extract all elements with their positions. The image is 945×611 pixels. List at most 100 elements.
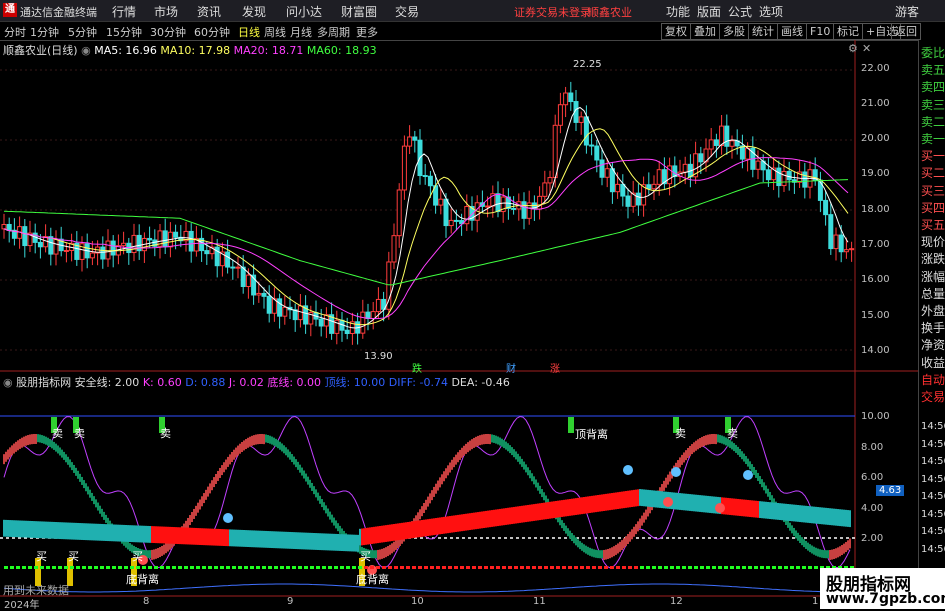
back-button[interactable]: 返回 <box>891 23 921 40</box>
menu-wealth[interactable]: 财富圈 <box>341 3 377 20</box>
strip-dot <box>496 566 500 569</box>
price-tick: 14.00 <box>861 345 890 356</box>
price-tick: 20.00 <box>861 133 890 144</box>
candle-body <box>620 183 626 197</box>
candle-body <box>656 169 662 185</box>
candle-body <box>542 182 548 197</box>
strip-dot <box>580 566 584 569</box>
trade-time: 14:56 <box>921 543 945 555</box>
overlay-button[interactable]: 叠加 <box>690 23 720 40</box>
top-line-label: 顶线: 10.00 <box>324 376 386 389</box>
event-marker[interactable]: 涨 <box>550 360 560 375</box>
strip-dot <box>184 566 188 569</box>
strip-dot <box>382 566 386 569</box>
x-tick: 9 <box>287 596 294 607</box>
candle-body <box>651 183 657 190</box>
trade-time: 14:56 <box>921 456 945 467</box>
draw-button[interactable]: 画线 <box>777 23 807 40</box>
price-tick: 17.00 <box>861 239 890 250</box>
strip-dot <box>124 566 128 569</box>
strip-dot <box>664 566 668 569</box>
watermark-url: www.7gpzb.com <box>826 591 945 607</box>
menu-options[interactable]: 选项 <box>759 3 783 20</box>
strip-dot <box>46 566 50 569</box>
candle-body <box>261 292 267 297</box>
side-panel-item: 收益 <box>921 355 945 370</box>
strip-dot <box>586 566 590 569</box>
period-multi[interactable]: 多周期 <box>317 24 350 40</box>
x-tick: 1 <box>812 596 819 607</box>
period-more[interactable]: 更多 <box>356 24 378 40</box>
menu-formula[interactable]: 公式 <box>728 3 752 20</box>
strip-dot <box>340 566 344 569</box>
menu-news[interactable]: 资讯 <box>197 3 221 20</box>
mark-button[interactable]: 标记 <box>833 23 863 40</box>
signal-strip <box>4 566 854 569</box>
side-panel-item[interactable]: 自动 <box>921 371 945 388</box>
event-marker[interactable]: 财 <box>506 360 516 375</box>
side-panel-item: 涨幅 <box>921 269 945 284</box>
stock-name-notice: 顺鑫农业 <box>588 6 632 19</box>
candle-body <box>173 231 179 238</box>
x-tick: 11 <box>533 596 546 607</box>
period-month[interactable]: 月线 <box>290 24 312 40</box>
period-60m[interactable]: 60分钟 <box>194 24 230 40</box>
strip-dot <box>376 566 380 569</box>
menu-guest[interactable]: 游客 <box>895 3 919 20</box>
period-30m[interactable]: 30分钟 <box>150 24 186 40</box>
strip-dot <box>16 566 20 569</box>
period-5m[interactable]: 5分钟 <box>68 24 97 40</box>
strip-dot <box>448 566 452 569</box>
period-15m[interactable]: 15分钟 <box>106 24 142 40</box>
strip-dot <box>76 566 80 569</box>
stats-button[interactable]: 统计 <box>748 23 778 40</box>
f10-button[interactable]: F10 <box>806 23 835 40</box>
chart-canvas[interactable] <box>0 40 918 609</box>
candle-body <box>625 195 631 207</box>
login-notice[interactable]: 证券交易未登录 <box>514 4 591 20</box>
menu-ask[interactable]: 问小达 <box>286 3 322 20</box>
menu-trade[interactable]: 交易 <box>395 3 419 20</box>
app-title: 通达信金融终端 <box>20 6 97 19</box>
menu-market[interactable]: 行情 <box>112 3 136 20</box>
strip-dot <box>4 566 8 569</box>
candle-body <box>849 248 855 251</box>
strip-dot <box>784 566 788 569</box>
multi-stock-button[interactable]: 多股 <box>719 23 749 40</box>
strip-dot <box>364 566 368 569</box>
strip-dot <box>742 566 746 569</box>
period-day[interactable]: 日线 <box>238 24 260 40</box>
strip-dot <box>412 566 416 569</box>
close-icon[interactable]: ✕ <box>862 42 871 55</box>
candlestick-series <box>1 81 855 345</box>
side-panel-item: 卖二 <box>921 114 945 129</box>
menu-function[interactable]: 功能 <box>666 3 690 20</box>
menu-discover[interactable]: 发现 <box>242 3 266 20</box>
event-marker[interactable]: 跌 <box>412 360 422 375</box>
period-tick[interactable]: 分时 <box>4 24 26 40</box>
strip-dot <box>526 566 530 569</box>
indicator-toggle-icon[interactable]: ◉ <box>3 376 13 389</box>
strip-dot <box>604 566 608 569</box>
collapse-icon[interactable]: ◉ <box>81 44 91 57</box>
menu-markets[interactable]: 市场 <box>154 3 178 20</box>
settings-gear-icon[interactable]: ⚙ <box>848 42 858 55</box>
strip-dot <box>388 566 392 569</box>
candle-body <box>37 241 43 248</box>
period-week[interactable]: 周线 <box>264 24 286 40</box>
bottom-divergence-label: 底背离 <box>356 573 389 586</box>
trade-time: 14:56 <box>921 526 945 537</box>
candle-body <box>698 153 704 163</box>
candle-body <box>578 116 584 123</box>
strip-dot <box>346 566 350 569</box>
candle-body <box>63 249 69 252</box>
menu-layout[interactable]: 版面 <box>697 3 721 20</box>
candle-body <box>48 236 54 255</box>
fuquan-button[interactable]: 复权 <box>661 23 691 40</box>
strip-dot <box>34 566 38 569</box>
watermark: 股朋指标网 www.7gpzb.com <box>820 568 945 609</box>
strip-dot <box>454 566 458 569</box>
period-1m[interactable]: 1分钟 <box>30 24 59 40</box>
candle-body <box>131 234 137 254</box>
side-panel-item[interactable]: 交易 <box>921 388 945 405</box>
